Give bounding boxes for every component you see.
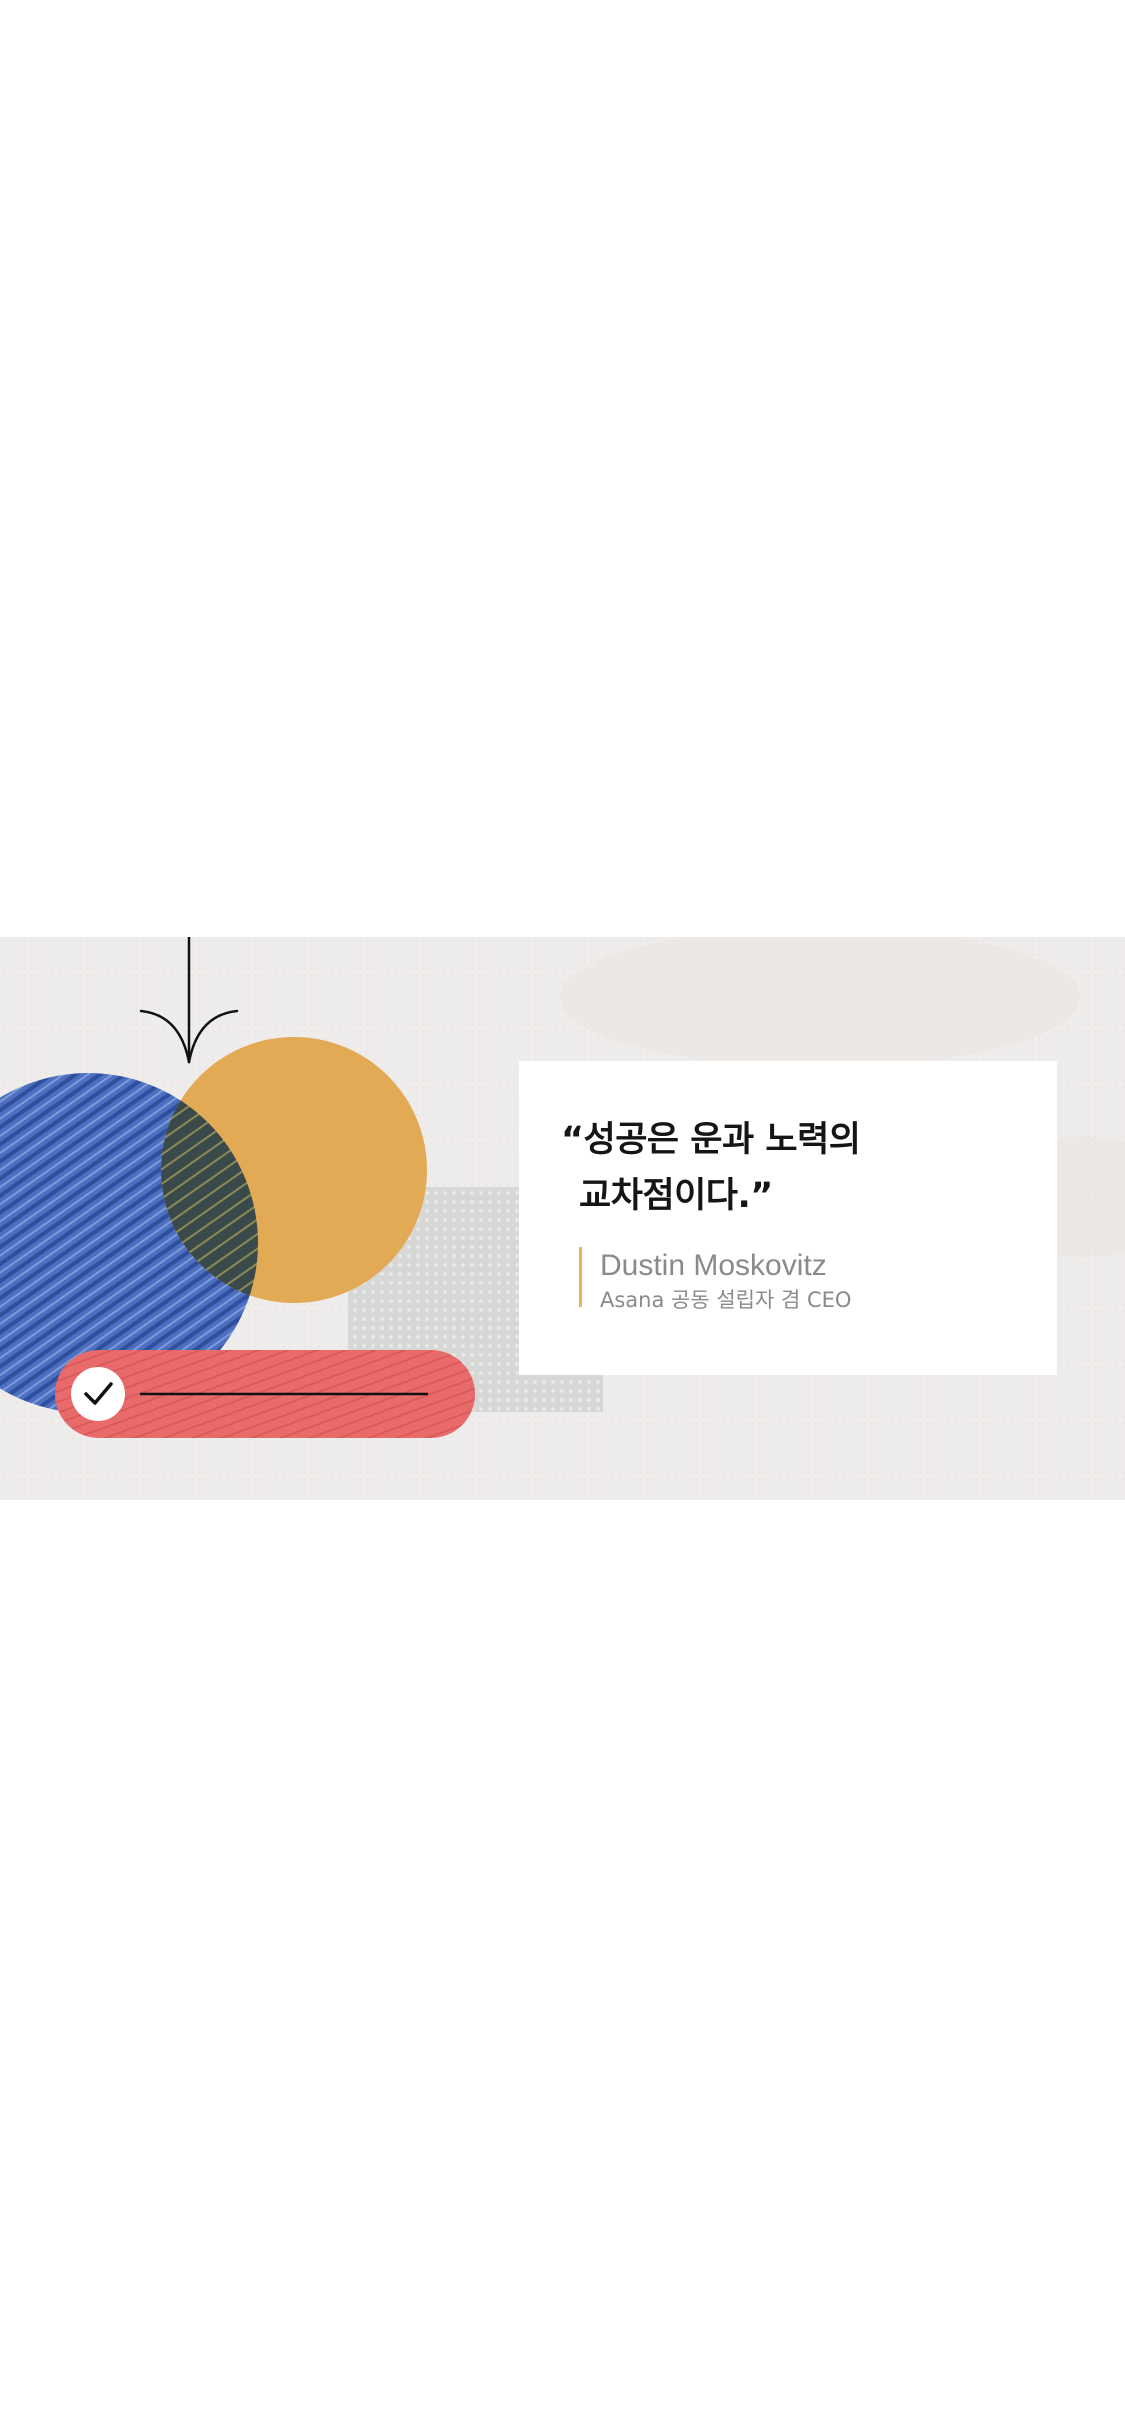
quote-text: “성공은 운과 노력의 교차점이다.” [561,1112,1021,1224]
check-circle [71,1367,125,1421]
author-name: Dustin Moskovitz [600,1249,827,1282]
quote-line-2: 교차점이다.” [579,1176,773,1216]
author-title: Asana 공동 설립자 겸 CEO [600,1288,852,1312]
quote-line-1: “성공은 운과 노력의 [561,1120,861,1160]
attribution: Dustin Moskovitz Asana 공동 설립자 겸 CEO [579,1247,851,1312]
arrow-down-icon [139,937,239,1064]
testimonial-banner: “성공은 운과 노력의 교차점이다.” Dustin Moskovitz Asa… [0,937,1125,1500]
quote-card: “성공은 운과 노력의 교차점이다.” Dustin Moskovitz Asa… [519,1061,1057,1375]
